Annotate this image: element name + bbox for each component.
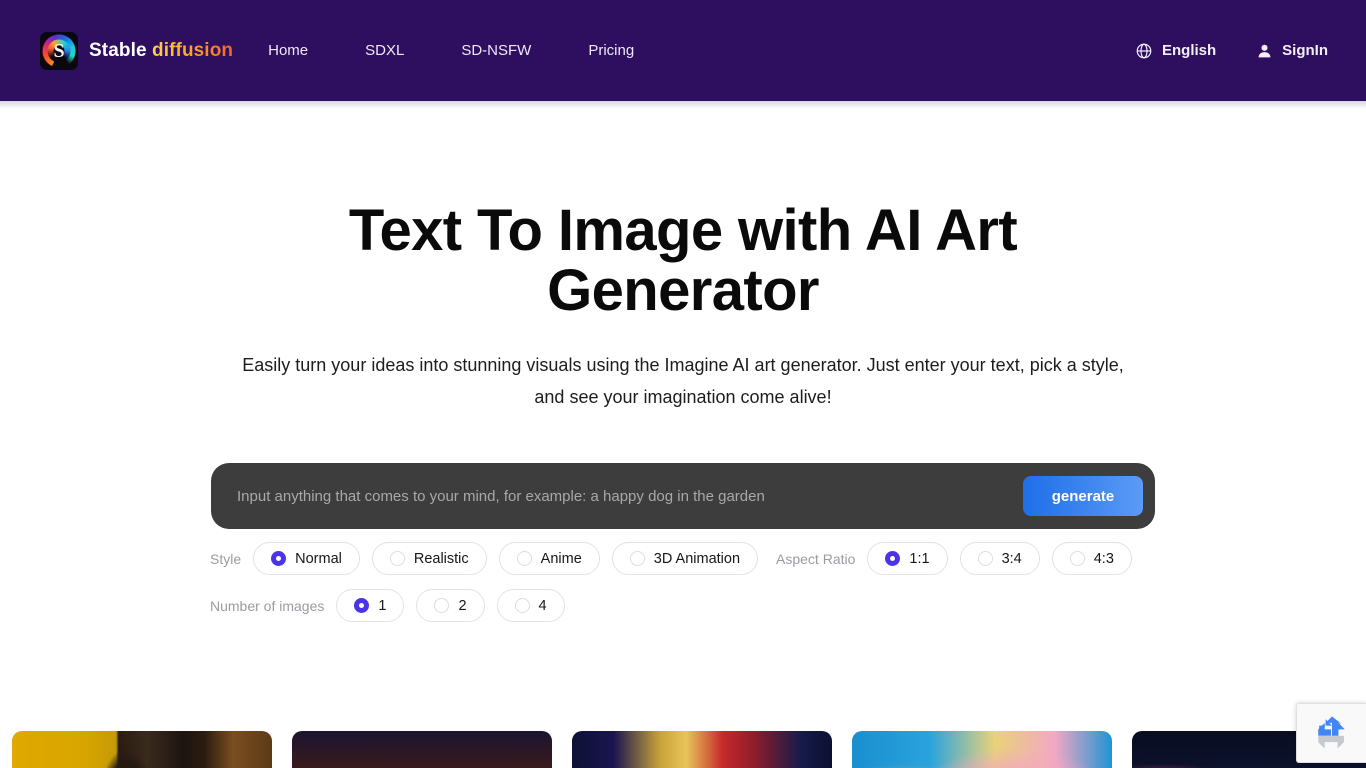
logo-letter: S bbox=[53, 39, 65, 62]
recaptcha-icon bbox=[1310, 711, 1354, 755]
gallery-image-2[interactable] bbox=[292, 731, 552, 768]
aspect-ratio-option-4-3[interactable]: 4:3 bbox=[1051, 542, 1132, 575]
style-option-normal[interactable]: Normal bbox=[253, 542, 360, 575]
recaptcha-badge[interactable] bbox=[1296, 703, 1366, 763]
style-option-anime[interactable]: Anime bbox=[498, 542, 600, 575]
nav-item-home[interactable]: Home bbox=[268, 34, 308, 67]
header-actions: English SignIn bbox=[1135, 0, 1328, 101]
style-option-anime-label: Anime bbox=[540, 550, 582, 567]
style-option-3d-animation[interactable]: 3D Animation bbox=[611, 542, 759, 575]
brand-logo-link[interactable]: S Stable diffusion bbox=[40, 31, 233, 70]
brand-name-part2: diffusion bbox=[152, 39, 234, 61]
number-of-images-option-2-label: 2 bbox=[458, 597, 467, 614]
style-label: Style bbox=[210, 550, 242, 567]
language-selector[interactable]: English bbox=[1135, 42, 1216, 60]
globe-icon bbox=[1135, 42, 1153, 60]
number-of-images-option-4-label: 4 bbox=[538, 597, 547, 614]
aspect-ratio-label: Aspect Ratio bbox=[776, 550, 856, 567]
nav-item-pricing[interactable]: Pricing bbox=[588, 34, 634, 67]
generation-options: Style Normal Realistic Anime 3D Animatio… bbox=[210, 542, 1170, 636]
number-of-images-label: Number of images bbox=[210, 597, 325, 614]
prompt-bar: generate bbox=[211, 463, 1155, 529]
radio-icon bbox=[885, 551, 901, 566]
radio-icon bbox=[271, 551, 287, 566]
radio-icon bbox=[389, 551, 405, 566]
style-option-realistic-label: Realistic bbox=[413, 550, 469, 567]
number-of-images-option-1-label: 1 bbox=[378, 597, 387, 614]
prompt-input[interactable] bbox=[237, 476, 1023, 516]
aspect-ratio-option-4-3-label: 4:3 bbox=[1093, 550, 1114, 567]
radio-icon bbox=[629, 551, 645, 566]
generate-button[interactable]: generate bbox=[1023, 476, 1143, 516]
brand-name: Stable diffusion bbox=[89, 40, 233, 62]
page-title: Text To Image with AI Art Generator bbox=[348, 198, 1018, 323]
stable-diffusion-swirl-logo-icon: S bbox=[40, 31, 78, 70]
number-of-images-option-1[interactable]: 1 bbox=[336, 589, 405, 622]
nav-item-sd-nsfw[interactable]: SD-NSFW bbox=[461, 34, 531, 67]
hero-subtitle: Easily turn your ideas into stunning vis… bbox=[242, 355, 1124, 407]
site-header: S Stable diffusion Home SDXL SD-NSFW Pri… bbox=[0, 0, 1366, 101]
signin-label: SignIn bbox=[1282, 42, 1328, 59]
aspect-ratio-option-1-1-label: 1:1 bbox=[909, 550, 930, 567]
hero-section: Text To Image with AI Art Generator Easi… bbox=[0, 101, 1366, 413]
aspect-ratio-option-3-4[interactable]: 3:4 bbox=[959, 542, 1040, 575]
radio-icon bbox=[977, 551, 993, 566]
style-option-3d-animation-label: 3D Animation bbox=[653, 550, 741, 567]
language-label: English bbox=[1162, 42, 1217, 59]
gallery-image-3[interactable] bbox=[572, 731, 832, 768]
gallery-image-4[interactable] bbox=[852, 731, 1112, 768]
radio-icon bbox=[434, 598, 450, 613]
aspect-ratio-option-3-4-label: 3:4 bbox=[1001, 550, 1022, 567]
example-gallery bbox=[12, 731, 1366, 768]
options-row-primary: Style Normal Realistic Anime 3D Animatio… bbox=[210, 542, 1170, 575]
gallery-image-1[interactable] bbox=[12, 731, 272, 768]
radio-icon bbox=[514, 598, 530, 613]
number-of-images-option-2[interactable]: 2 bbox=[416, 589, 485, 622]
aspect-ratio-option-1-1[interactable]: 1:1 bbox=[867, 542, 948, 575]
style-option-normal-label: Normal bbox=[295, 550, 342, 567]
radio-icon bbox=[354, 598, 370, 613]
number-of-images-option-4[interactable]: 4 bbox=[496, 589, 565, 622]
user-icon bbox=[1256, 42, 1273, 60]
options-row-count: Number of images 1 2 4 bbox=[210, 589, 1170, 622]
nav-item-sdxl[interactable]: SDXL bbox=[365, 34, 404, 67]
main-nav: Home SDXL SD-NSFW Pricing bbox=[268, 34, 634, 67]
radio-icon bbox=[516, 551, 532, 566]
radio-icon bbox=[1069, 551, 1085, 566]
style-option-realistic[interactable]: Realistic bbox=[371, 542, 487, 575]
signin-button[interactable]: SignIn bbox=[1256, 42, 1328, 60]
brand-name-part1: Stable bbox=[89, 39, 152, 61]
